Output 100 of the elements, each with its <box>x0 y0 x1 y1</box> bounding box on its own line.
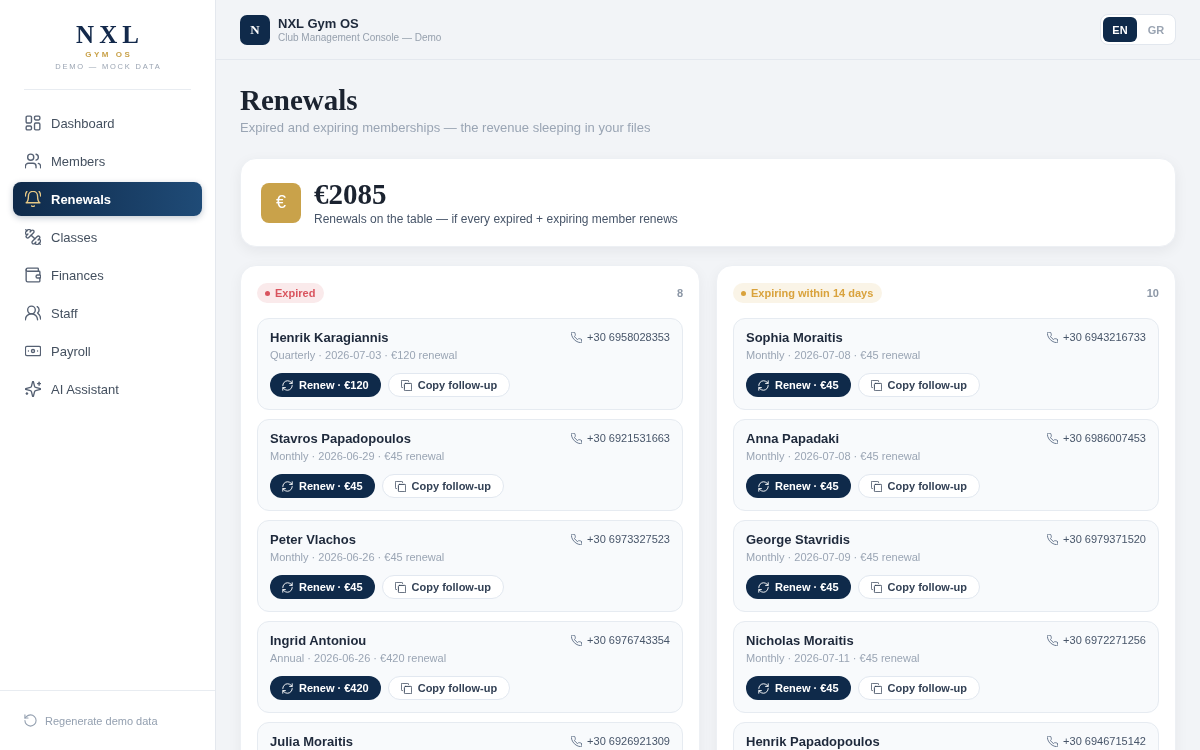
refresh-icon <box>758 581 769 593</box>
app-title: NXL Gym OS <box>278 15 360 32</box>
refresh-icon <box>282 379 293 391</box>
phone-number: +30 6926921309 <box>571 733 670 749</box>
phone-number: +30 6986007453 <box>1047 430 1146 446</box>
nav-item[interactable]: Classes <box>13 220 202 254</box>
app-logo-badge: N <box>240 14 270 45</box>
member-name: Stavros Papadopoulos <box>270 430 411 448</box>
membership-details: Quarterly · 2026-07-03 · €120 renewal <box>270 348 459 363</box>
copy-icon <box>394 581 406 593</box>
copy-icon <box>870 581 882 593</box>
renew-button[interactable]: Renew · €45 <box>746 676 851 700</box>
phone-number: +30 6979371520 <box>1047 531 1146 547</box>
nav-item[interactable]: Payroll <box>13 334 202 368</box>
copy-follow-up-button[interactable]: Copy follow-up <box>387 676 511 700</box>
copy-follow-up-button[interactable]: Copy follow-up <box>857 373 981 397</box>
member-name: Henrik Karagiannis <box>270 329 389 347</box>
renewal-total-caption: Renewals on the table — if every expired + expiring member renews <box>314 210 678 227</box>
membership-details: Monthly · 2026-07-09 · €45 renewal <box>746 550 922 565</box>
renew-button[interactable]: Renew · €45 <box>270 474 375 498</box>
nav-item[interactable]: Dashboard <box>13 106 202 140</box>
member-name: George Stavridis <box>746 531 851 549</box>
membership-details: Monthly · 2026-07-08 · €45 renewal <box>746 348 922 363</box>
member-name: Ingrid Antoniou <box>270 632 367 650</box>
phone-number: +30 6976743354 <box>571 632 670 648</box>
nav-item[interactable]: Finances <box>13 258 202 292</box>
app-subtitle: Club Management Console — Demo <box>278 31 442 44</box>
logo-wordmark: NXL <box>75 21 144 49</box>
dashboard-grid-icon <box>25 115 41 131</box>
wallet-icon <box>25 267 41 283</box>
phone-number: +30 6921531663 <box>571 430 670 446</box>
member-count: 10 <box>1146 287 1159 299</box>
phone-icon <box>1047 735 1059 747</box>
nav-item[interactable]: Staff <box>13 296 202 330</box>
users-icon <box>25 305 41 321</box>
refresh-icon <box>758 682 769 694</box>
bell-icon <box>25 191 41 207</box>
member-name: Julia Moraitis <box>270 733 354 750</box>
phone-icon <box>1047 533 1059 545</box>
dumbbell-icon <box>25 229 41 245</box>
copy-icon <box>870 682 882 694</box>
phone-icon <box>1047 432 1059 444</box>
phone-number: +30 6973327523 <box>571 531 670 547</box>
member-name: Sophia Moraitis <box>746 329 843 347</box>
refresh-icon <box>282 480 293 492</box>
phone-icon <box>571 533 583 545</box>
renew-button[interactable]: Renew · €45 <box>746 373 851 397</box>
copy-icon <box>870 480 882 492</box>
renew-button[interactable]: Renew · €120 <box>270 373 381 397</box>
status-pill: Expired <box>257 283 325 303</box>
member-name: Henrik Papadopoulos <box>746 733 880 750</box>
page-title: Renewals <box>240 84 359 116</box>
logo-product-name: GYM OS <box>84 50 133 60</box>
member-name: Peter Vlachos <box>270 531 356 549</box>
renewal-total: €2085 <box>314 178 388 209</box>
phone-number: +30 6946715142 <box>1047 733 1146 749</box>
phone-icon <box>1047 634 1059 646</box>
refresh-icon <box>282 682 293 694</box>
refresh-icon <box>758 480 769 492</box>
refresh-icon <box>758 379 769 391</box>
language-button[interactable]: EN <box>1103 17 1137 42</box>
member-name: Anna Papadaki <box>746 430 840 448</box>
member-name: Nicholas Moraitis <box>746 632 854 650</box>
status-pill: Expiring within 14 days <box>733 283 883 303</box>
users-icon <box>25 153 41 169</box>
copy-follow-up-button[interactable]: Copy follow-up <box>387 373 511 397</box>
renew-button[interactable]: Renew · €45 <box>746 474 851 498</box>
banknote-icon <box>25 343 41 359</box>
nav-item[interactable]: AI Assistant <box>13 372 202 406</box>
copy-follow-up-button[interactable]: Copy follow-up <box>857 575 981 599</box>
phone-icon <box>571 735 583 747</box>
copy-follow-up-button[interactable]: Copy follow-up <box>381 474 505 498</box>
member-count: 8 <box>676 287 683 299</box>
phone-number: +30 6943216733 <box>1047 329 1146 345</box>
membership-details: Monthly · 2026-06-26 · €45 renewal <box>270 550 446 565</box>
euro-icon: € <box>261 182 301 223</box>
copy-follow-up-button[interactable]: Copy follow-up <box>857 676 981 700</box>
phone-icon <box>571 432 583 444</box>
copy-icon <box>394 480 406 492</box>
phone-number: +30 6958028353 <box>571 329 670 345</box>
copy-icon <box>870 379 882 391</box>
phone-number: +30 6972271256 <box>1047 632 1146 648</box>
membership-details: Annual · 2026-06-26 · €420 renewal <box>270 651 448 666</box>
phone-icon <box>571 634 583 646</box>
copy-icon <box>400 379 412 391</box>
copy-follow-up-button[interactable]: Copy follow-up <box>381 575 505 599</box>
page-subtitle: Expired and expiring memberships — the revenue sleeping in your files <box>240 120 652 136</box>
copy-icon <box>400 682 412 694</box>
membership-details: Monthly · 2026-07-08 · €45 renewal <box>746 449 922 464</box>
refresh-icon <box>282 581 293 593</box>
renew-button[interactable]: Renew · €420 <box>270 676 381 700</box>
membership-details: Monthly · 2026-06-29 · €45 renewal <box>270 449 446 464</box>
sparkles-icon <box>25 381 41 397</box>
phone-icon <box>1047 331 1059 343</box>
nav-item[interactable]: Members <box>13 144 202 178</box>
nav-item[interactable]: Renewals <box>13 182 202 216</box>
membership-details: Monthly · 2026-07-11 · €45 renewal <box>746 651 921 666</box>
renew-button[interactable]: Renew · €45 <box>746 575 851 599</box>
copy-follow-up-button[interactable]: Copy follow-up <box>857 474 981 498</box>
renew-button[interactable]: Renew · €45 <box>270 575 375 599</box>
